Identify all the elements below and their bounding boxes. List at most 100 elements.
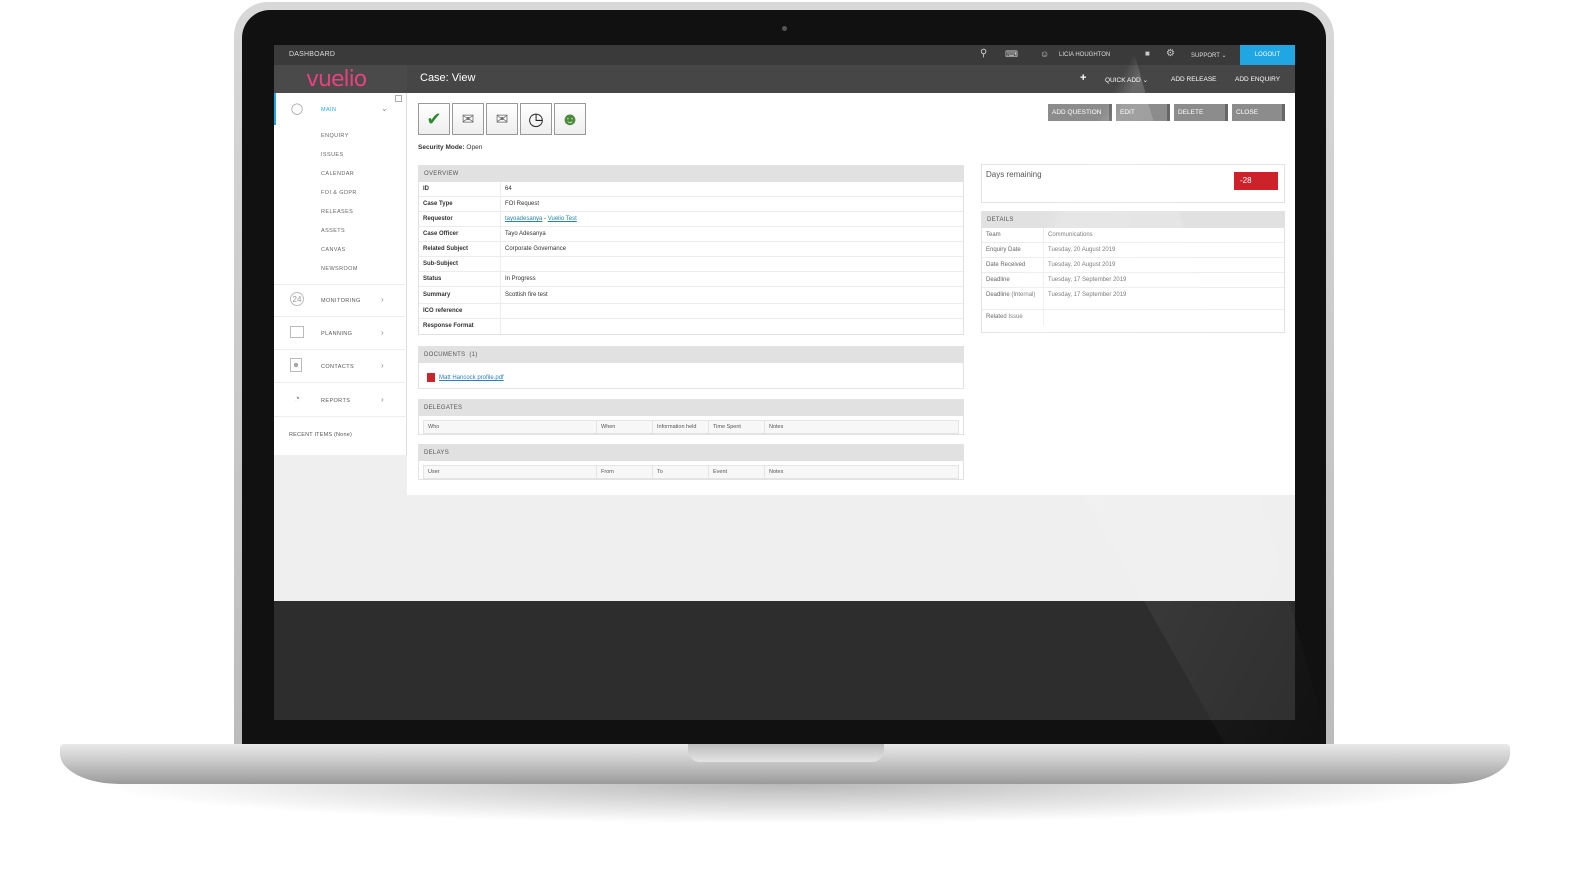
- overview-title: OVERVIEW: [419, 166, 963, 182]
- sidebar-subitem-canvas[interactable]: CANVAS: [321, 247, 346, 253]
- close-button[interactable]: CLOSE: [1232, 104, 1285, 121]
- logout-button[interactable]: LOGOUT: [1240, 45, 1295, 65]
- recent-items[interactable]: RECENT ITEMS (None): [289, 432, 352, 438]
- kv-row: Summary Scottish fire test: [419, 287, 963, 304]
- kv-key: ICO reference: [419, 304, 501, 318]
- checkmark-icon[interactable]: ✔: [418, 103, 450, 135]
- delete-button[interactable]: DELETE: [1174, 104, 1228, 121]
- active-indicator: [274, 93, 276, 125]
- document-item[interactable]: Matt Hancock profile.pdf: [427, 373, 504, 382]
- keyboard-icon[interactable]: ⌨: [1005, 49, 1018, 59]
- sidebar-subitem-assets[interactable]: ASSETS: [321, 228, 345, 234]
- column-header: User: [424, 466, 597, 478]
- camera-icon: [782, 26, 787, 31]
- lock-icon[interactable]: ■: [1145, 49, 1150, 59]
- user-name[interactable]: LICIA HOUGHTON: [1059, 52, 1110, 58]
- edit-button[interactable]: EDIT: [1116, 104, 1170, 121]
- column-header: Information held: [653, 421, 709, 433]
- column-header: From: [597, 466, 653, 478]
- kv-value: [501, 319, 505, 334]
- globe-icon: ◯: [290, 103, 304, 115]
- chevron-down-icon: ⌄: [1142, 77, 1149, 84]
- kv-row: Response Format: [419, 319, 963, 334]
- chevron-right-icon: ›: [381, 395, 384, 404]
- add-question-button[interactable]: ADD QUESTION: [1048, 104, 1112, 121]
- support-label: SUPPORT: [1191, 53, 1220, 59]
- security-mode-label: Security Mode:: [418, 144, 465, 151]
- screen: DASHBOARD ⚲ ⌨ ☺ LICIA HOUGHTON ■ ⚙ SUPPO…: [274, 45, 1295, 720]
- kv-key: Enquiry Date: [982, 243, 1044, 257]
- kv-key: Sub-Subject: [419, 257, 501, 271]
- kv-value: Communications: [1048, 232, 1093, 238]
- divider: [274, 416, 407, 417]
- kv-value: FOI Request: [505, 201, 540, 207]
- main-content: ✔ ✉ ✉ ◷ ☻ Security Mode: Open ADD QUESTI…: [407, 93, 1295, 495]
- add-enquiry-link[interactable]: ADD ENQUIRY: [1235, 76, 1280, 83]
- divider: [274, 316, 407, 317]
- support-menu[interactable]: SUPPORT ⌄: [1191, 52, 1227, 59]
- pdf-icon: [427, 373, 435, 382]
- delegates-columns: Who When Information held Time Spent Not…: [423, 420, 959, 434]
- kv-key: Deadline: [982, 273, 1044, 287]
- kv-value: Tayo Adesanya: [505, 231, 546, 237]
- kv-key: Team: [982, 228, 1044, 242]
- chevron-right-icon: ›: [381, 328, 384, 337]
- add-release-link[interactable]: ADD RELEASE: [1171, 76, 1217, 83]
- kv-key: Related Subject: [419, 242, 501, 256]
- delays-columns: User From To Event Notes: [423, 465, 959, 479]
- quick-add-menu[interactable]: QUICK ADD ⌄: [1105, 76, 1148, 84]
- dashboard-link[interactable]: DASHBOARD: [289, 51, 335, 58]
- kv-row: Requestor tayoadesanya - Vuelio Test: [419, 212, 963, 227]
- email-icon[interactable]: ✉: [452, 103, 484, 135]
- clock-icon[interactable]: ◷: [520, 103, 552, 135]
- delegates-title: DELEGATES: [419, 400, 963, 416]
- kv-row: Related Subject Corporate Governance: [419, 242, 963, 257]
- column-header: Who: [424, 421, 597, 433]
- plus-icon[interactable]: +: [1080, 72, 1086, 84]
- collapse-icon[interactable]: [395, 95, 402, 102]
- kv-row: Case Type FOI Request: [419, 197, 963, 212]
- sidebar-subitem-issues[interactable]: ISSUES: [321, 152, 344, 158]
- days-remaining-badge: -28: [1234, 172, 1278, 190]
- user-transfer-icon[interactable]: ☻: [554, 103, 586, 135]
- pie-chart-icon: ◔: [293, 393, 301, 405]
- vuelio-logo[interactable]: vuelio: [306, 67, 367, 92]
- document-link[interactable]: Matt Hancock profile.pdf: [439, 375, 504, 381]
- delays-title: DELAYS: [419, 445, 963, 461]
- sidebar-background: [274, 455, 407, 495]
- kv-row: Team Communications: [982, 228, 1284, 243]
- kv-value: 64: [505, 186, 512, 192]
- sidebar-subitem-foi-gdpr[interactable]: FOI & GDPR: [321, 190, 357, 196]
- kv-value: Tuesday, 20 August 2019: [1048, 247, 1116, 253]
- sidebar-subitem-releases[interactable]: RELEASES: [321, 209, 353, 215]
- search-icon[interactable]: ⚲: [980, 49, 987, 59]
- sidebar-item-label: MAIN: [321, 107, 337, 113]
- sidebar-item-label: REPORTS: [321, 398, 351, 404]
- page-title: Case: View: [420, 72, 476, 84]
- kv-row: Deadline (Internal) Tuesday, 17 September…: [982, 288, 1284, 310]
- sidebar-subitem-newsroom[interactable]: NEWSROOM: [321, 266, 358, 272]
- documents-title: DOCUMENTS: [424, 352, 466, 358]
- sidebar-item-main[interactable]: ◯ MAIN ⌄: [274, 93, 407, 125]
- kv-row: Status In Progress: [419, 272, 963, 287]
- sidebar-item-label: PLANNING: [321, 331, 353, 337]
- sidebar-item-label: CONTACTS: [321, 364, 355, 370]
- gear-icon[interactable]: ⚙: [1166, 49, 1175, 59]
- kv-key: Related Issue: [982, 310, 1044, 325]
- divider: [274, 284, 407, 285]
- top-bar: DASHBOARD ⚲ ⌨ ☺ LICIA HOUGHTON ■ ⚙ SUPPO…: [274, 45, 1295, 65]
- kv-value: [501, 304, 505, 318]
- chevron-right-icon: ›: [381, 361, 384, 370]
- documents-panel: DOCUMENTS (1) Matt Hancock profile.pdf: [418, 346, 964, 389]
- requestor-link[interactable]: tayoadesanya: [505, 216, 542, 222]
- details-panel: DETAILS Team Communications Enquiry Date T…: [981, 211, 1285, 333]
- kv-value: Tuesday, 20 August 2019: [1048, 262, 1116, 268]
- kv-value: tayoadesanya - Vuelio Test: [501, 212, 577, 226]
- kv-row: Deadline Tuesday, 17 September 2019: [982, 273, 1284, 288]
- kv-key: ID: [419, 182, 501, 196]
- kv-key: Response Format: [419, 319, 501, 334]
- email-forward-icon[interactable]: ✉: [486, 103, 518, 135]
- sidebar-subitem-enquiry[interactable]: ENQUIRY: [321, 133, 349, 139]
- organisation-link[interactable]: Vuelio Test: [548, 216, 577, 222]
- sidebar-subitem-calendar[interactable]: CALENDAR: [321, 171, 354, 177]
